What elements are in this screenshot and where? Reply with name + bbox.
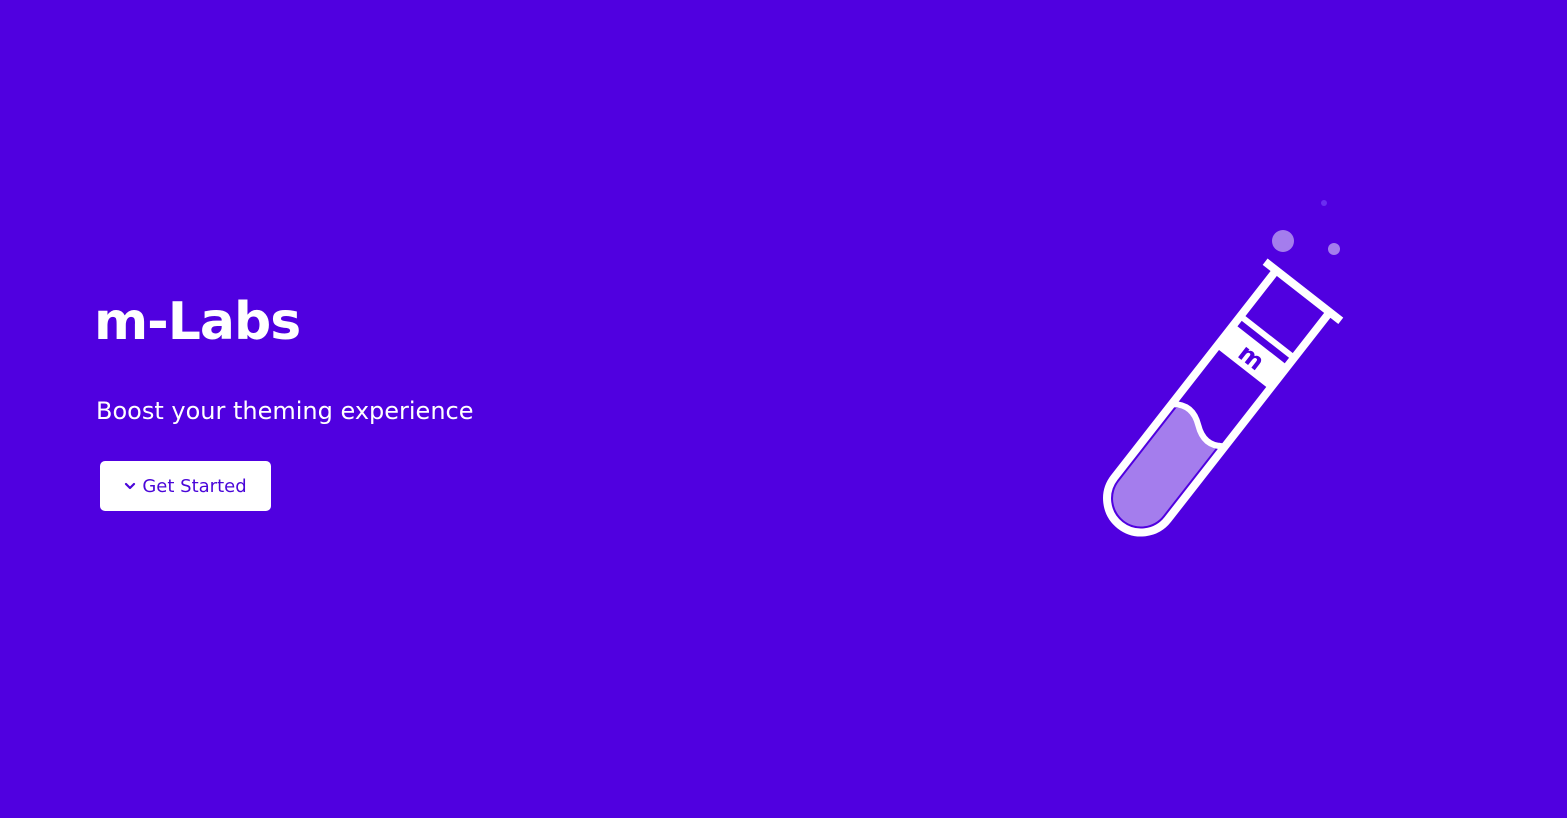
- test-tube-icon: m: [1103, 200, 1344, 537]
- bubble-small-icon: [1321, 200, 1327, 206]
- page-title: m-Labs: [94, 292, 301, 352]
- tube-rim: [1262, 258, 1344, 324]
- get-started-label: Get Started: [142, 475, 247, 497]
- hero-tagline: Boost your theming experience: [96, 397, 474, 425]
- get-started-button[interactable]: Get Started: [100, 461, 271, 511]
- bubble-large-icon: [1272, 230, 1294, 252]
- chevron-down-icon: [125, 482, 136, 490]
- bubble-medium-icon: [1328, 243, 1340, 255]
- hero-section: m-Labs Boost your theming experience Get…: [0, 0, 1567, 818]
